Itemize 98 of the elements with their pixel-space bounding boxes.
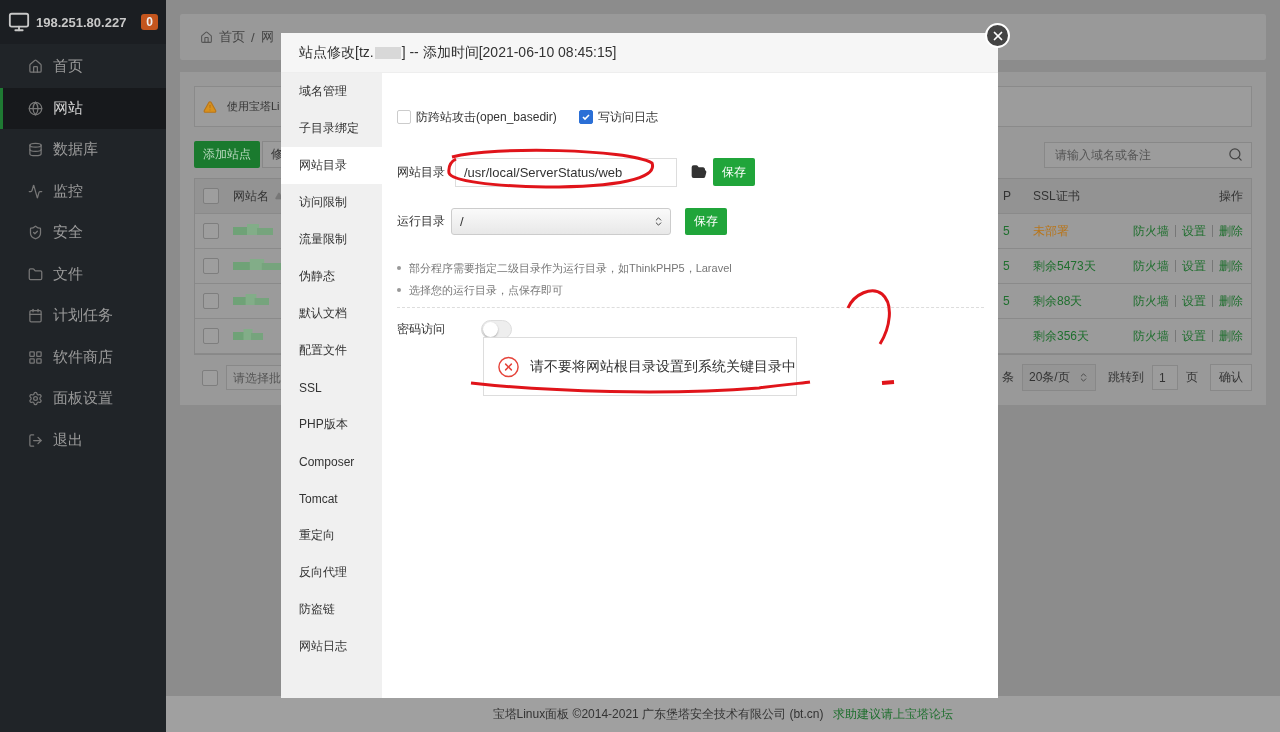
home-icon xyxy=(200,30,213,44)
monitor-icon xyxy=(8,11,30,33)
option-label[interactable]: 写访问日志 xyxy=(597,108,658,126)
page-unit: 页 xyxy=(1186,369,1198,386)
folder-icon xyxy=(28,266,43,282)
field-label: 运行目录 xyxy=(397,212,445,230)
column-header: P xyxy=(1003,189,1011,203)
dialog-tab[interactable]: PHP版本 xyxy=(281,406,382,443)
dialog-tab[interactable]: 反向代理 xyxy=(281,554,382,591)
checkmark-icon xyxy=(580,112,591,122)
checkbox[interactable] xyxy=(202,369,218,386)
dialog-tab[interactable]: 域名管理 xyxy=(281,73,382,110)
dialog-tab[interactable]: 伪静态 xyxy=(281,258,382,295)
dialog-title: ] -- 添加时间[2021-06-10 08:45:15] xyxy=(401,43,617,62)
ssl-status: 未部署 xyxy=(1033,222,1069,240)
checkbox[interactable] xyxy=(203,293,219,309)
dialog-tab[interactable]: 网站目录 xyxy=(281,147,382,184)
home-icon xyxy=(28,59,43,75)
toast-message: 请不要将网站根目录设置到系统关键目录中 xyxy=(530,357,796,376)
select-arrows-icon xyxy=(653,215,664,227)
sidebar-item[interactable]: 退出 xyxy=(0,419,166,461)
ssl-status: 剩余5473天 xyxy=(1033,257,1096,275)
notice-text: 使用宝塔Li xyxy=(227,99,280,114)
breadcrumb-link[interactable]: 首页 xyxy=(219,28,245,46)
search-field[interactable]: 请输入域名或备注 xyxy=(1044,141,1252,168)
page-size-select[interactable]: 20条/页 xyxy=(1022,364,1096,391)
checkbox[interactable] xyxy=(203,328,219,344)
globe-icon xyxy=(28,100,43,116)
dialog-tab[interactable]: 网站日志 xyxy=(281,628,382,665)
breadcrumb-separator: / xyxy=(251,29,255,45)
redacted-mark xyxy=(374,46,401,59)
column-header: 操作 xyxy=(1219,187,1243,205)
add-site-button[interactable]: 添加站点 xyxy=(194,141,260,168)
confirm-button[interactable]: 确认 xyxy=(1210,364,1252,391)
calendar-icon xyxy=(28,308,43,324)
sidebar-item[interactable]: 计划任务 xyxy=(0,295,166,337)
tip-text: 部分程序需要指定二级目录作为运行目录，如ThinkPHP5，Laravel xyxy=(409,260,732,276)
shield-icon xyxy=(28,225,43,241)
sidebar-item[interactable]: 数据库 xyxy=(0,129,166,171)
dialog-tab[interactable]: 重定向 xyxy=(281,517,382,554)
ssl-status: 剩余88天 xyxy=(1033,292,1083,310)
blurred-site-name xyxy=(233,294,269,308)
option-label[interactable]: 防跨站攻击(open_basedir) xyxy=(416,108,557,126)
checkbox[interactable] xyxy=(203,188,219,204)
folder-icon[interactable] xyxy=(691,164,707,180)
grid-icon xyxy=(28,349,43,365)
run-directory-select[interactable]: / xyxy=(451,207,671,235)
sidebar-item[interactable]: 网站 xyxy=(0,87,166,129)
dialog-tab[interactable]: 流量限制 xyxy=(281,221,382,258)
dialog-tab[interactable]: Tomcat xyxy=(281,480,382,517)
settings-icon xyxy=(28,391,43,407)
record-count: 条 xyxy=(1002,369,1014,386)
ssl-status: 剩余356天 xyxy=(1033,327,1090,345)
field-label: 网站目录 xyxy=(397,163,445,181)
bullet-icon xyxy=(397,288,401,292)
checkbox[interactable] xyxy=(203,223,219,239)
save-button[interactable]: 保存 xyxy=(685,207,727,235)
breadcrumb-link[interactable]: 网 xyxy=(260,28,274,46)
sidebar-item[interactable]: 首页 xyxy=(0,46,166,88)
notification-badge[interactable]: 0 xyxy=(141,14,158,30)
column-header: SSL证书 xyxy=(1033,187,1080,205)
dialog-tab[interactable]: 默认文档 xyxy=(281,295,382,332)
dialog-title: 站点修改[tz. xyxy=(299,43,374,62)
dialog-tab[interactable]: Composer xyxy=(281,443,382,480)
page-input[interactable]: 1 xyxy=(1152,365,1178,390)
blurred-site-name xyxy=(233,224,273,238)
blurred-site-name xyxy=(233,259,281,273)
save-button[interactable]: 保存 xyxy=(713,158,755,186)
sidebar-item[interactable]: 安全 xyxy=(0,212,166,254)
table-cell: 5 xyxy=(1003,224,1010,238)
search-icon[interactable] xyxy=(1228,147,1243,162)
sidebar-item[interactable]: 软件商店 xyxy=(0,336,166,378)
dialog-tab[interactable]: 防盗链 xyxy=(281,591,382,628)
field-label: 密码访问 xyxy=(397,320,445,338)
tip-text: 选择您的运行目录，点保存即可 xyxy=(409,282,563,298)
sort-icon[interactable] xyxy=(275,192,283,200)
logout-icon xyxy=(28,432,43,448)
blurred-site-name xyxy=(233,329,263,343)
database-icon xyxy=(28,142,43,158)
sidebar-item[interactable]: 文件 xyxy=(0,253,166,295)
bullet-icon xyxy=(397,266,401,270)
jump-label: 跳转到 xyxy=(1108,369,1144,386)
table-cell: 5 xyxy=(1003,259,1010,273)
column-header[interactable]: 网站名 xyxy=(233,187,269,205)
dialog-tab[interactable]: 访问限制 xyxy=(281,184,382,221)
password-toggle[interactable] xyxy=(481,319,512,339)
sidebar-item[interactable]: 面板设置 xyxy=(0,378,166,420)
table-cell: 5 xyxy=(1003,294,1010,308)
pulse-icon xyxy=(28,183,43,199)
warning-icon xyxy=(203,99,217,114)
sidebar-item[interactable]: 监控 xyxy=(0,170,166,212)
checkbox[interactable] xyxy=(578,110,593,124)
search-input[interactable]: 请输入域名或备注 xyxy=(1053,146,1228,163)
copyright-text: 宝塔Linux面板 ©2014-2021 广东堡塔安全技术有限公司 (bt.cn) xyxy=(492,705,824,723)
select-arrows-icon xyxy=(1078,372,1089,383)
checkbox[interactable] xyxy=(203,258,219,274)
site-directory-field[interactable]: /usr/local/ServerStatus/web xyxy=(455,157,677,187)
server-address: 198.251.80.227 xyxy=(36,14,127,30)
